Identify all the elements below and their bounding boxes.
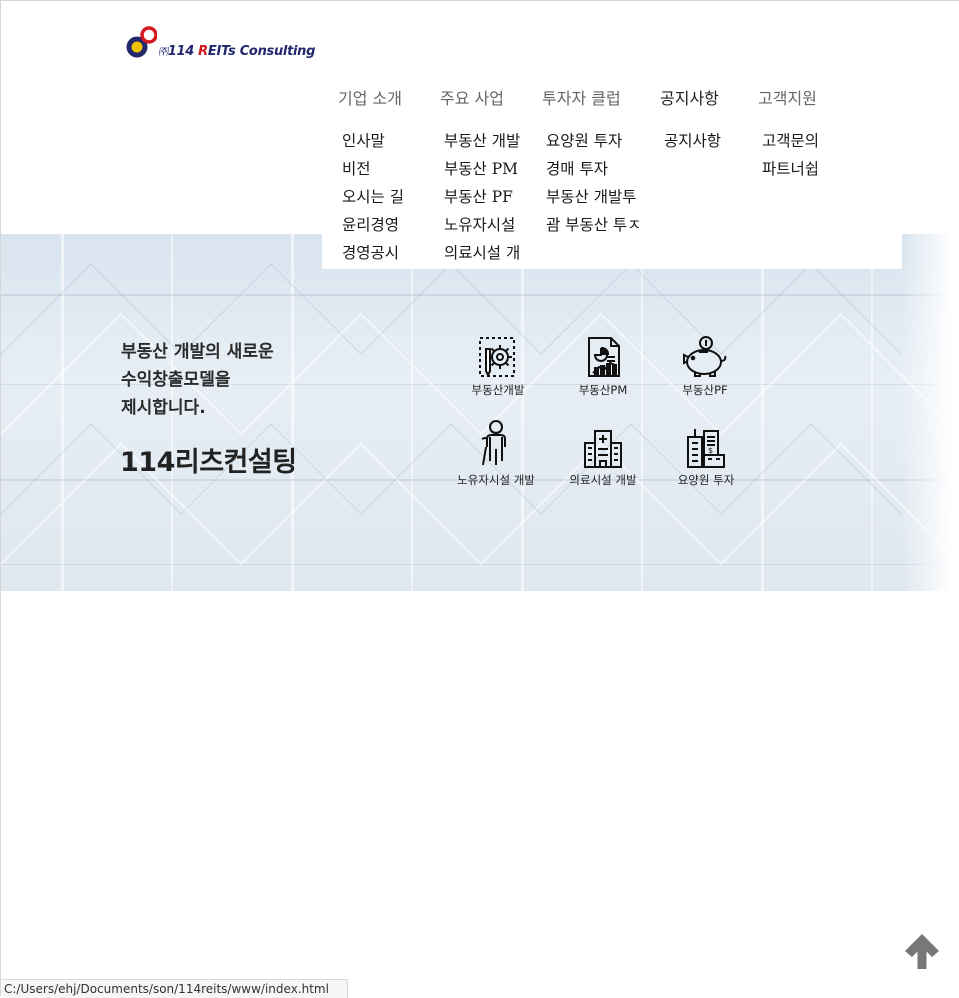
slogan-line-1: 부동산 개발의 새로운 (121, 342, 274, 362)
nav-notices[interactable]: 공지사항 (660, 85, 719, 109)
nav-main-business[interactable]: 주요 사업 (440, 85, 504, 109)
svg-text:$: $ (708, 446, 713, 455)
arrow-up-icon (905, 934, 939, 969)
logo-text: ㈜114 REITs Consulting (158, 44, 316, 59)
submenu-ethics[interactable]: 윤리경영 (342, 213, 399, 235)
elderly-person-icon (481, 420, 506, 466)
submenu-directions[interactable]: 오시는 길 (342, 185, 404, 207)
submenu-medical-facility[interactable]: 의료시설 개 (444, 241, 530, 263)
service-label: 부동산PF (682, 383, 728, 397)
slogan-line-2: 수익창출모델을 (121, 370, 231, 390)
service-label: 부동산개발 (471, 383, 525, 397)
submenu-pm[interactable]: 부동산 PM (444, 157, 530, 179)
service-label: 요양원 투자 (677, 473, 735, 487)
logo-mark-icon (126, 26, 157, 58)
submenu-notices[interactable]: 공지사항 (664, 129, 721, 151)
service-real-estate-pf[interactable]: 부동산PF (650, 335, 760, 398)
submenu-development[interactable]: 부동산 개발 (444, 129, 530, 151)
submenu-inquiry[interactable]: 고객문의 (762, 129, 819, 151)
buildings-icon: $ (687, 429, 725, 468)
submenu-partnership[interactable]: 파트너쉽 (762, 157, 819, 179)
scroll-to-top-button[interactable] (901, 931, 943, 971)
hero-slogan: 부동산 개발의 새로운 수익창출모델을 제시합니다. (121, 338, 274, 422)
slogan-line-3: 제시합니다. (121, 398, 206, 418)
hero-edge-fade (901, 234, 959, 591)
nav-company-intro[interactable]: 기업 소개 (338, 85, 402, 109)
piggy-bank-icon (683, 336, 727, 377)
report-chart-icon (588, 337, 620, 377)
submenu-nursing-investment[interactable]: 요양원 투자 (546, 129, 644, 151)
submenu-disclosure[interactable]: 경영공시 (342, 241, 399, 263)
service-label: 부동산PM (578, 383, 628, 397)
nav-customer-support[interactable]: 고객지원 (758, 85, 817, 109)
submenu-guam-investment[interactable]: 괌 부동산 투ㅈ (546, 213, 644, 235)
hospital-icon (584, 430, 622, 468)
submenu-pf[interactable]: 부동산 PF (444, 185, 530, 207)
hero-brand-title: 114리츠컨설팅 (120, 447, 297, 478)
service-nursing-home-investment[interactable]: $ 요양원 투자 (651, 427, 761, 488)
service-label: 의료시설 개발 (569, 473, 637, 487)
submenu-elderly-facility[interactable]: 노유자시설 (444, 213, 530, 235)
nav-investor-club[interactable]: 투자자 클럽 (542, 85, 621, 109)
service-medical-facility-development[interactable]: 의료시설 개발 (548, 427, 658, 488)
service-real-estate-development[interactable]: 부동산개발 (443, 335, 553, 398)
submenu-development-investment[interactable]: 부동산 개발투 (546, 185, 644, 207)
submenu-vision[interactable]: 비전 (342, 157, 371, 179)
browser-status-url: C:/Users/ehj/Documents/son/114reits/www/… (1, 979, 348, 998)
submenu-greeting[interactable]: 인사말 (342, 129, 385, 151)
service-real-estate-pm[interactable]: 부동산PM (548, 335, 658, 398)
service-label: 노유자시설 개발 (457, 473, 535, 487)
gear-document-icon (479, 337, 515, 378)
company-logo[interactable]: ㈜114 REITs Consulting (125, 26, 315, 60)
service-elderly-facility-development[interactable]: 노유자시설 개발 (441, 419, 551, 488)
submenu-auction-investment[interactable]: 경매 투자 (546, 157, 644, 179)
